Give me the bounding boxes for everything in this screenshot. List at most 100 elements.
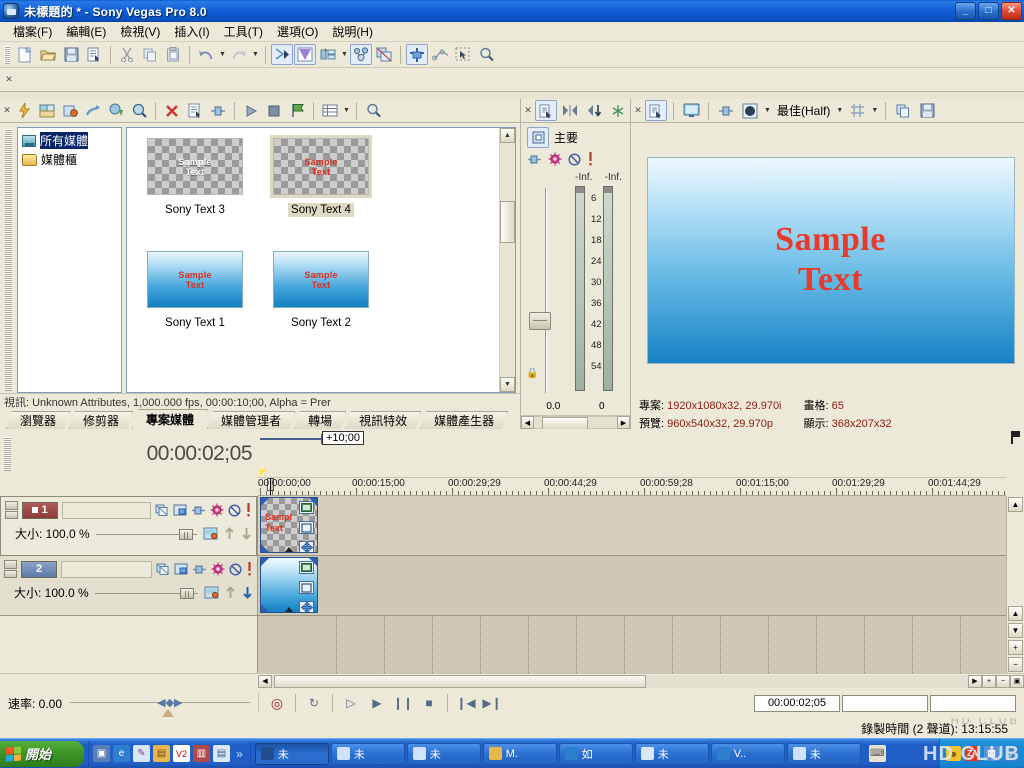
- insert-bus-icon[interactable]: [583, 100, 605, 121]
- quick-effect-icon[interactable]: [13, 100, 35, 121]
- tab-media-manager[interactable]: 媒體管理者: [207, 411, 295, 429]
- folder-icon[interactable]: ▤: [153, 745, 170, 762]
- mixer-properties-icon[interactable]: [535, 100, 557, 121]
- track-fx-icon[interactable]: [156, 563, 170, 576]
- taskbar-item-6[interactable]: 未: [635, 743, 709, 765]
- zoom-in-button[interactable]: +: [982, 675, 996, 688]
- transport-field-3[interactable]: [930, 695, 1016, 712]
- track-header-1[interactable]: 1: [0, 496, 257, 556]
- preview-video-area[interactable]: Sample Text: [631, 123, 1024, 395]
- enable-snapping-icon[interactable]: [271, 44, 293, 65]
- preview-close-icon[interactable]: ✕: [633, 105, 643, 116]
- timeline-ruler[interactable]: 00:00:00;00 00:00:15;00 00:00:29;29 00:0…: [258, 478, 1006, 496]
- selection-edit-tool-icon[interactable]: [452, 44, 474, 65]
- taskbar-item-2[interactable]: 未: [331, 743, 405, 765]
- add-track-button[interactable]: +: [1008, 640, 1023, 655]
- pause-button[interactable]: ❙❙: [391, 693, 415, 713]
- internet-explorer-icon[interactable]: e: [113, 745, 130, 762]
- mixer-scrollbar[interactable]: ◀ ▶: [521, 415, 630, 429]
- undo-icon[interactable]: [195, 44, 217, 65]
- tab-explorer[interactable]: 瀏覽器: [6, 411, 70, 429]
- notepad-icon[interactable]: ▤: [213, 745, 230, 762]
- media-item-sony-text-2[interactable]: Sample Text Sony Text 2: [265, 251, 377, 330]
- bus-io-icon[interactable]: [527, 154, 542, 165]
- timeline-clip-2[interactable]: [260, 557, 318, 613]
- timeline-grip[interactable]: [4, 437, 11, 471]
- make-parent-icon[interactable]: [225, 586, 236, 599]
- play-button[interactable]: ▶: [365, 693, 389, 713]
- preview-quality-icon[interactable]: [739, 100, 761, 121]
- track-number-2[interactable]: 2: [21, 561, 57, 578]
- composite-mode-icon[interactable]: [203, 527, 218, 540]
- views-icon[interactable]: [319, 100, 341, 121]
- mixer-fader[interactable]: 🔒: [523, 172, 569, 399]
- track-lane-1[interactable]: Sampl Text: [258, 496, 1006, 556]
- media-grid-scrollbar[interactable]: ▲ ▼: [499, 128, 515, 392]
- mixer-scroll-right-button[interactable]: ▶: [617, 416, 630, 429]
- track-solo-icon[interactable]: [246, 562, 253, 576]
- track-lane-2[interactable]: [258, 556, 1006, 616]
- track-mute-icon[interactable]: [229, 563, 242, 576]
- paint-icon[interactable]: ✎: [133, 745, 150, 762]
- track-name-field[interactable]: [61, 561, 152, 578]
- zoom-in-height-button[interactable]: ▲: [1008, 606, 1023, 621]
- scroll-right-button[interactable]: ▶: [968, 675, 982, 688]
- save-project-icon[interactable]: [60, 44, 82, 65]
- media-item-sony-text-3[interactable]: Sample Text Sony Text 3: [139, 138, 251, 217]
- preview-quality-dropdown-icon[interactable]: ▼: [763, 102, 772, 120]
- slider-knob[interactable]: [180, 588, 194, 599]
- clip-fade-in-handle[interactable]: [261, 498, 269, 506]
- tree-item-media-bins[interactable]: 媒體櫃: [20, 150, 119, 169]
- go-to-end-button[interactable]: ▶❙: [480, 693, 504, 713]
- panel-close-icon[interactable]: ✕: [2, 105, 12, 116]
- track-maximize-icon[interactable]: [5, 511, 18, 520]
- paste-icon[interactable]: [162, 44, 184, 65]
- track-compositing-icon[interactable]: [191, 505, 206, 516]
- media-app-icon[interactable]: ▥: [193, 745, 210, 762]
- split-screen-icon[interactable]: [715, 100, 737, 121]
- copy-snapshot-icon[interactable]: [892, 100, 914, 121]
- media-generator-icon[interactable]: [36, 100, 58, 121]
- show-desktop-icon[interactable]: ▣: [93, 745, 110, 762]
- menu-item-help[interactable]: 說明(H): [325, 21, 380, 42]
- media-item-sony-text-1[interactable]: Sample Text Sony Text 1: [139, 251, 251, 330]
- track-level-slider[interactable]: [96, 529, 197, 539]
- taskbar-item-5[interactable]: 如: [559, 743, 633, 765]
- play-from-start-button[interactable]: ▷: [339, 693, 363, 713]
- keyboard-icon[interactable]: ⌨: [869, 745, 886, 762]
- clip-fade-bottom-handle[interactable]: [261, 544, 269, 552]
- track-minimize-buttons[interactable]: [5, 501, 18, 519]
- fader-knob[interactable]: [529, 312, 551, 330]
- taskbar-item-vegas[interactable]: 未: [255, 743, 329, 765]
- mixer-fade-icon[interactable]: [559, 100, 581, 121]
- menu-item-view[interactable]: 檢視(V): [113, 21, 167, 42]
- marker-tool-icon[interactable]: [1006, 429, 1024, 478]
- make-child-icon[interactable]: [242, 586, 253, 599]
- media-properties-icon[interactable]: [59, 100, 81, 121]
- cut-icon[interactable]: [116, 44, 138, 65]
- scroll-left-button[interactable]: ◀: [258, 675, 272, 688]
- remove-media-icon[interactable]: [161, 100, 183, 121]
- tab-transitions[interactable]: 轉場: [294, 411, 346, 429]
- overlay-grid-icon[interactable]: [846, 100, 868, 121]
- timeline-tracks-canvas[interactable]: Sampl Text: [258, 496, 1006, 673]
- transport-field-2[interactable]: [842, 695, 928, 712]
- project-properties-icon[interactable]: [83, 44, 105, 65]
- clip-fade-in-handle[interactable]: [261, 558, 269, 566]
- bus-solo-icon[interactable]: [587, 152, 594, 166]
- track-motion-icon[interactable]: [173, 504, 187, 517]
- track-header-2[interactable]: 2: [0, 556, 257, 616]
- menu-item-file[interactable]: 檔案(F): [6, 21, 59, 42]
- zoom-out-height-button[interactable]: ▼: [1008, 623, 1023, 638]
- go-to-start-button[interactable]: ❙◀: [454, 693, 478, 713]
- minimize-button[interactable]: _: [955, 2, 976, 20]
- v2-app-icon[interactable]: V2: [173, 745, 190, 762]
- composite-mode-icon[interactable]: [204, 586, 219, 599]
- media-bin-tree[interactable]: 所有媒體 媒體櫃: [17, 127, 122, 393]
- bus-fx-icon[interactable]: [548, 152, 562, 166]
- media-item-sony-text-4[interactable]: Sample Text Sony Text 4: [265, 138, 377, 217]
- lock-icon[interactable]: 🔒: [526, 368, 538, 379]
- views-dropdown-icon[interactable]: ▼: [342, 102, 351, 120]
- zoom-edit-tool-icon[interactable]: [475, 44, 497, 65]
- taskbar-item-3[interactable]: 未: [407, 743, 481, 765]
